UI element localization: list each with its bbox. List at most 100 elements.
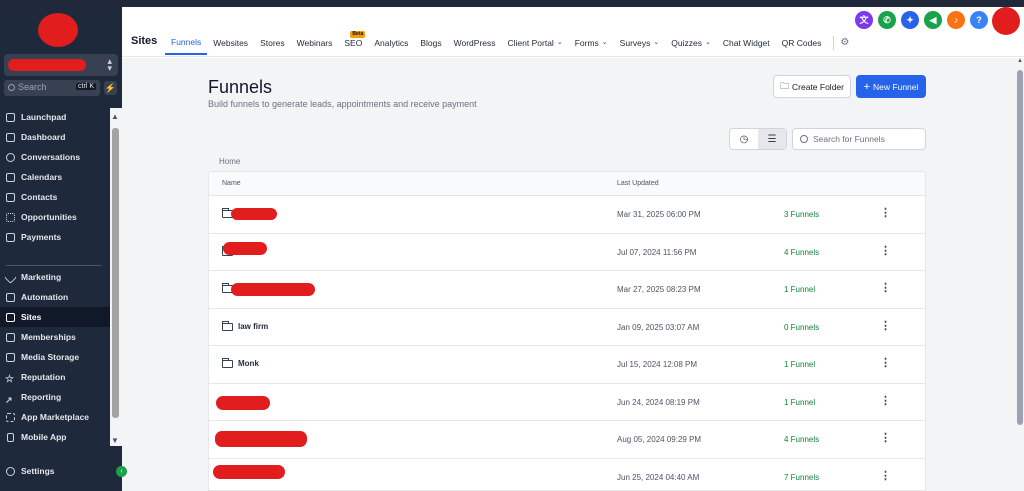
create-folder-button[interactable]: 🗀 Create Folder [773, 75, 851, 98]
column-header-last-updated[interactable]: Last Updated [617, 180, 659, 187]
opportunities-icon [6, 213, 15, 222]
table-row[interactable]: Mar 31, 2025 06:00 PM 3 Funnels ⋮ [209, 196, 925, 234]
page-scroll-thumb[interactable] [1017, 70, 1023, 425]
folder-name-redacted [231, 208, 277, 220]
view-toggle: ◷ ☰ [729, 128, 787, 150]
more-options-icon[interactable]: ⋮ [880, 356, 891, 371]
breadcrumb[interactable]: Home [219, 157, 240, 166]
sidebar-item-opportunities[interactable]: Opportunities [0, 207, 110, 227]
magic-wand-icon[interactable]: ✦ [901, 11, 919, 29]
translate-icon[interactable]: 文 [855, 11, 873, 29]
tab-label: Analytics [374, 38, 409, 48]
sidebar-item-dashboard[interactable]: Dashboard [0, 127, 110, 147]
sidebar-item-label: Automation [21, 292, 69, 302]
collapse-sidebar-icon[interactable]: ‹ [116, 466, 127, 477]
page-scrollbar[interactable]: ▲ [1016, 58, 1024, 491]
funnel-count[interactable]: 4 Funnels [784, 248, 819, 257]
sidebar-search[interactable]: Search ctrl K [4, 80, 100, 96]
more-options-icon[interactable]: ⋮ [880, 206, 891, 221]
browser-top-strip [0, 0, 1024, 7]
tab-blogs[interactable]: Blogs [414, 31, 447, 55]
sidebar-item-memberships[interactable]: Memberships [0, 327, 110, 347]
sidebar-item-reporting[interactable]: ↗ Reporting [0, 387, 110, 407]
more-options-icon[interactable]: ⋮ [880, 469, 891, 484]
sidebar-item-mobile-app[interactable]: Mobile App [0, 427, 110, 447]
funnel-count[interactable]: 1 Funnel [784, 285, 815, 294]
tab-stores[interactable]: Stores [254, 31, 291, 55]
tab-seo[interactable]: Beta SEO [338, 31, 368, 55]
tab-surveys[interactable]: Surveys ⌄ [614, 31, 666, 55]
account-switcher[interactable]: ▴ ▾ [4, 54, 118, 76]
tab-websites[interactable]: Websites [207, 31, 254, 55]
more-options-icon[interactable]: ⋮ [880, 319, 891, 334]
more-options-icon[interactable]: ⋮ [880, 281, 891, 296]
list-view-icon[interactable]: ☰ [758, 129, 786, 149]
folder-name[interactable]: law firm [238, 322, 268, 331]
sidebar-item-sites[interactable]: Sites [0, 307, 110, 327]
new-funnel-button[interactable]: + New Funnel [856, 75, 926, 98]
sidebar-item-marketing[interactable]: Marketing [0, 267, 110, 287]
table-row[interactable]: law firm Jan 09, 2025 03:07 AM 0 Funnels… [209, 309, 925, 346]
company-logo-redacted [38, 13, 78, 47]
megaphone-icon[interactable]: ◀ [924, 11, 942, 29]
sidebar-item-automation[interactable]: Automation [0, 287, 110, 307]
sidebar-item-reputation[interactable]: ☆ Reputation [0, 367, 110, 387]
table-row[interactable]: Aug 05, 2024 09:29 PM 4 Funnels ⋮ [209, 421, 925, 459]
sidebar-item-conversations[interactable]: Conversations [0, 147, 110, 167]
funnel-count[interactable]: 1 Funnel [784, 398, 815, 407]
funnel-count[interactable]: 0 Funnels [784, 323, 819, 332]
beta-badge: Beta [350, 31, 366, 38]
tab-chat-widget[interactable]: Chat Widget [717, 31, 776, 55]
funnel-count[interactable]: 1 Funnel [784, 360, 815, 369]
help-icon[interactable]: ? [970, 11, 988, 29]
gear-icon[interactable]: ⚙ [840, 31, 849, 55]
sidebar-item-contacts[interactable]: Contacts [0, 187, 110, 207]
star-icon: ☆ [5, 374, 14, 385]
funnel-count[interactable]: 4 Funnels [784, 435, 819, 444]
sidebar-scroll-thumb[interactable] [112, 128, 119, 418]
table-row[interactable]: Jul 07, 2024 11:56 PM 4 Funnels ⋮ [209, 234, 925, 271]
tab-forms[interactable]: Forms ⌄ [569, 31, 614, 55]
folder-name[interactable]: Monk [238, 359, 259, 368]
table-row[interactable]: Jun 24, 2024 08:19 PM 1 Funnel ⋮ [209, 384, 925, 421]
tab-client-portal[interactable]: Client Portal ⌄ [502, 31, 569, 55]
scroll-up-arrow-icon[interactable]: ▲ [1017, 58, 1023, 64]
sidebar-item-label: Calendars [21, 172, 63, 182]
sidebar-item-settings[interactable]: Settings [0, 461, 110, 481]
phone-icon[interactable]: ✆ [878, 11, 896, 29]
recent-view-clock-icon[interactable]: ◷ [730, 129, 758, 149]
funnel-count[interactable]: 7 Funnels [784, 473, 819, 482]
tab-label: Chat Widget [722, 38, 770, 48]
sidebar-item-payments[interactable]: Payments [0, 227, 110, 247]
tab-qr-codes[interactable]: QR Codes [776, 31, 828, 55]
tab-quizzes[interactable]: Quizzes ⌄ [665, 31, 717, 55]
rocket-icon [6, 113, 15, 122]
tab-analytics[interactable]: Analytics [368, 31, 414, 55]
funnel-count[interactable]: 3 Funnels [784, 210, 819, 219]
tab-webinars[interactable]: Webinars [291, 31, 339, 55]
more-options-icon[interactable]: ⋮ [880, 244, 891, 259]
table-row[interactable]: Jun 25, 2024 04:40 AM 7 Funnels ⋮ [209, 459, 925, 491]
tab-funnels[interactable]: Funnels [165, 31, 208, 55]
quick-action-bolt-icon[interactable]: ⚡ [104, 81, 117, 95]
table-row[interactable]: Mar 27, 2025 08:23 PM 1 Funnel ⋮ [209, 271, 925, 309]
sidebar-item-calendars[interactable]: Calendars [0, 167, 110, 187]
avatar[interactable] [992, 7, 1020, 35]
table-row[interactable]: Monk Jul 15, 2024 12:08 PM 1 Funnel ⋮ [209, 346, 925, 384]
bell-icon[interactable]: ♪ [947, 11, 965, 29]
sidebar-item-launchpad[interactable]: Launchpad [0, 107, 110, 127]
calendar-icon [6, 173, 15, 182]
column-header-name[interactable]: Name [222, 180, 241, 187]
sidebar-item-app-marketplace[interactable]: App Marketplace [0, 407, 110, 427]
funnel-search-input[interactable]: Search for Funnels [792, 128, 926, 150]
scroll-down-arrow-icon[interactable]: ▼ [111, 436, 119, 445]
sites-icon [6, 313, 15, 322]
tab-wordpress[interactable]: WordPress [448, 31, 502, 55]
more-options-icon[interactable]: ⋮ [880, 431, 891, 446]
scroll-up-arrow-icon[interactable]: ▲ [111, 112, 119, 121]
mobile-icon [7, 433, 14, 442]
more-options-icon[interactable]: ⋮ [880, 394, 891, 409]
sidebar-item-media-storage[interactable]: Media Storage [0, 347, 110, 367]
sidebar-search-placeholder: Search [18, 82, 47, 92]
sidebar-item-label: Settings [21, 466, 55, 476]
